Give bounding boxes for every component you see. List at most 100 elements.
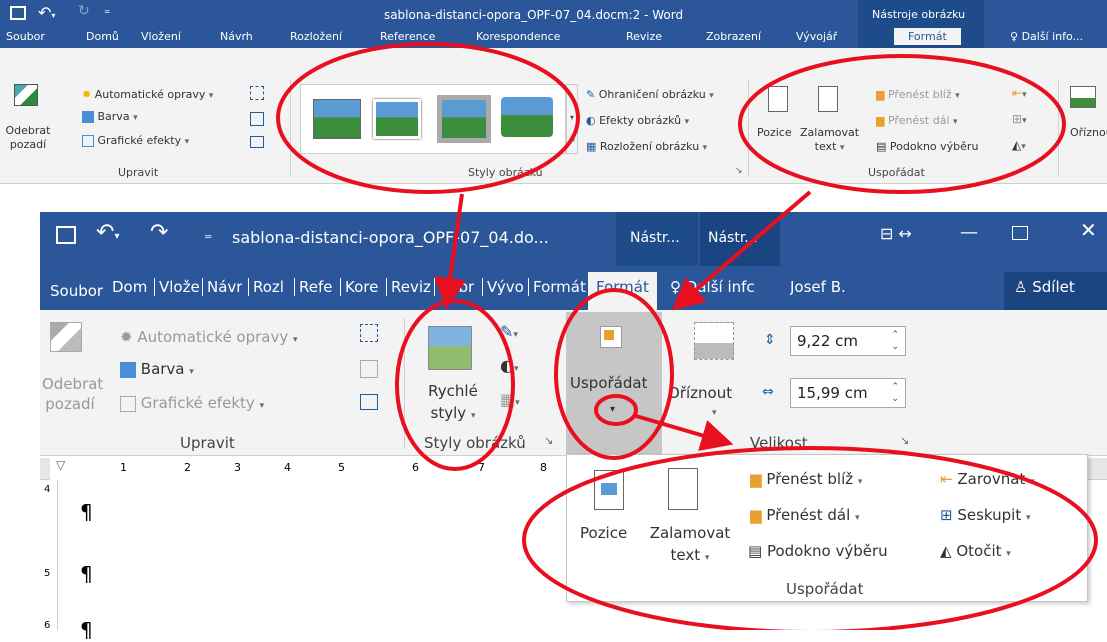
btab-reviz[interactable]: Reviz (386, 278, 431, 296)
reset-picture-icon[interactable] (250, 136, 264, 148)
btab-rozl[interactable]: Rozl (248, 278, 284, 296)
popup-send-backward-button[interactable]: ▆ Přenést dál ▾ (750, 506, 860, 524)
bottom-styles-launcher-icon[interactable]: ↘ (544, 434, 553, 447)
tab-soubor[interactable]: Soubor (6, 30, 45, 43)
maximize-icon[interactable] (1012, 226, 1028, 240)
artistic-effects-button[interactable]: Grafické efekty ▾ (82, 134, 189, 147)
btab-format-1[interactable]: Formát (528, 278, 586, 296)
top-tell-me[interactable]: ♀ Další info... (1010, 30, 1083, 43)
top-position-icon[interactable] (768, 86, 788, 112)
height-input[interactable]: 9,22 cm ⌃ ⌄ (790, 326, 906, 356)
bottom-redo-icon[interactable]: ↷ (150, 220, 168, 245)
bottom-qat-customize-icon[interactable]: ₌ (204, 224, 212, 243)
btab-soubor[interactable]: Soubor (50, 282, 103, 300)
top-styles-launcher-icon[interactable]: ↘ (735, 166, 743, 176)
quick-styles-icon[interactable] (428, 326, 472, 370)
bottom-divider-1 (404, 318, 405, 448)
style-thumb-4[interactable] (501, 97, 553, 137)
popup-group-button[interactable]: ⊞ Seskupit ▾ (940, 506, 1031, 524)
picture-layout-button[interactable]: ▦ Rozložení obrázku ▾ (586, 140, 707, 153)
top-position-button[interactable]: Pozice (757, 126, 792, 139)
popup-rotate-button[interactable]: ◭ Otočit ▾ (940, 542, 1011, 560)
top-wrap-button[interactable]: Zalamovat text ▾ (800, 126, 859, 155)
btab-vloz[interactable]: Vlože (154, 278, 200, 296)
btab-refe[interactable]: Refe (294, 278, 333, 296)
close-icon[interactable]: ✕ (1080, 218, 1097, 242)
style-thumb-2[interactable] (373, 99, 421, 139)
color-button[interactable]: Barva ▾ (82, 110, 138, 123)
tab-format[interactable]: Formát (894, 28, 961, 45)
bottom-remove-bg-button[interactable]: Odebrat pozadí (42, 374, 103, 414)
tab-vyvojar[interactable]: Vývojář (796, 30, 837, 43)
indent-marker-icon[interactable]: ▽ (56, 458, 65, 472)
bottom-layout-icon[interactable]: ▦▾ (500, 390, 520, 409)
tab-reference[interactable]: Reference (380, 30, 435, 43)
bottom-undo-icon[interactable]: ↶▾ (96, 220, 119, 245)
bottom-save-icon[interactable] (56, 226, 76, 244)
width-spinner[interactable]: ⌃ ⌄ (891, 381, 899, 405)
btab-zobr[interactable]: Zobr (434, 278, 474, 296)
bottom-change-picture-icon[interactable] (360, 360, 378, 378)
tab-vlozeni[interactable]: Vložení (141, 30, 181, 43)
tab-domu[interactable]: Domů (86, 30, 119, 43)
bottom-artistic-button[interactable]: Grafické efekty ▾ (120, 394, 264, 412)
tab-navrh[interactable]: Návrh (220, 30, 253, 43)
top-align-icon[interactable]: ⇤▾ (1012, 86, 1027, 100)
picture-border-button[interactable]: ✎ Ohraničení obrázku ▾ (586, 88, 714, 101)
popup-wrap-icon[interactable] (668, 468, 698, 510)
change-picture-icon[interactable] (250, 112, 264, 126)
tab-korespondence[interactable]: Korespondence (476, 30, 560, 43)
ribbon-display-options-icon[interactable]: ⊟ ↔ (880, 224, 912, 243)
btab-vyvo[interactable]: Vývo (482, 278, 524, 296)
bottom-border-icon[interactable]: ✎▾ (500, 322, 518, 341)
top-crop-button[interactable]: Oříznou (1070, 126, 1107, 139)
gallery-scroll[interactable]: ▴ ▾ ≡ (566, 84, 578, 154)
popup-selection-pane-button[interactable]: ▤ Podokno výběru (748, 542, 888, 560)
tab-rozlozeni[interactable]: Rozložení (290, 30, 342, 43)
style-thumb-3[interactable] (437, 95, 491, 143)
style-thumb-1[interactable] (313, 99, 361, 139)
minimize-icon[interactable]: — (960, 222, 978, 243)
remove-background-button[interactable]: Odebrat pozadí (4, 124, 52, 152)
top-crop-icon[interactable] (1070, 86, 1096, 108)
bottom-remove-bg-icon[interactable] (50, 322, 82, 352)
bottom-tell-me[interactable]: ♀ Další infc (670, 278, 755, 296)
remove-background-icon[interactable] (14, 84, 38, 106)
bottom-crop-button[interactable]: Oříznout (668, 384, 732, 402)
bottom-crop-icon[interactable] (694, 322, 734, 360)
crop-dropdown-icon[interactable]: ▾ (712, 408, 717, 418)
popup-bring-forward-button[interactable]: ▆ Přenést blíž ▾ (750, 470, 862, 488)
top-wrap-icon[interactable] (818, 86, 838, 112)
top-send-backward-button[interactable]: ▆ Přenést dál ▾ (876, 114, 958, 127)
bottom-effects-icon[interactable]: ◐▾ (500, 356, 519, 375)
arrange-icon (600, 326, 622, 348)
top-rotate-icon[interactable]: ◭▾ (1012, 138, 1026, 152)
size-launcher-icon[interactable]: ↘ (900, 434, 909, 447)
height-spinner[interactable]: ⌃ ⌄ (891, 329, 899, 353)
popup-wrap-button[interactable]: Zalamovat text ▾ (642, 522, 738, 569)
btab-dom[interactable]: Dom (112, 278, 147, 296)
corrections-button[interactable]: ✹ Automatické opravy ▾ (82, 88, 213, 101)
quick-styles-button[interactable]: Rychlé styly ▾ (418, 380, 488, 427)
popup-position-icon[interactable] (594, 470, 624, 510)
tab-revize[interactable]: Revize (626, 30, 662, 43)
width-input[interactable]: 15,99 cm ⌃ ⌄ (790, 378, 906, 408)
arrange-button[interactable]: Uspořádat ▾ (566, 312, 662, 456)
bottom-reset-picture-icon[interactable] (360, 394, 378, 410)
popup-position-button[interactable]: Pozice (580, 524, 627, 542)
top-group-icon[interactable]: ⊞▾ (1012, 112, 1027, 126)
tab-zobrazeni[interactable]: Zobrazení (706, 30, 761, 43)
btab-format-2[interactable]: Formát (588, 272, 657, 310)
btab-navrh[interactable]: Návr (202, 278, 242, 296)
picture-effects-button[interactable]: ◐ Efekty obrázků ▾ (586, 114, 689, 127)
bottom-color-button[interactable]: Barva ▾ (120, 360, 194, 378)
compress-icon[interactable] (250, 86, 264, 100)
btab-kore[interactable]: Kore (340, 278, 378, 296)
bottom-corrections-button[interactable]: ✹ Automatické opravy ▾ (120, 328, 298, 346)
share-button[interactable]: ♙ Sdílet (1004, 272, 1107, 310)
popup-align-button[interactable]: ⇤ Zarovnat ▾ (940, 470, 1035, 488)
user-name[interactable]: Josef B. (790, 278, 846, 296)
bottom-compress-icon[interactable] (360, 324, 378, 342)
top-selection-pane-button[interactable]: ▤ Podokno výběru (876, 140, 978, 153)
top-bring-forward-button[interactable]: ▆ Přenést blíž ▾ (876, 88, 960, 101)
